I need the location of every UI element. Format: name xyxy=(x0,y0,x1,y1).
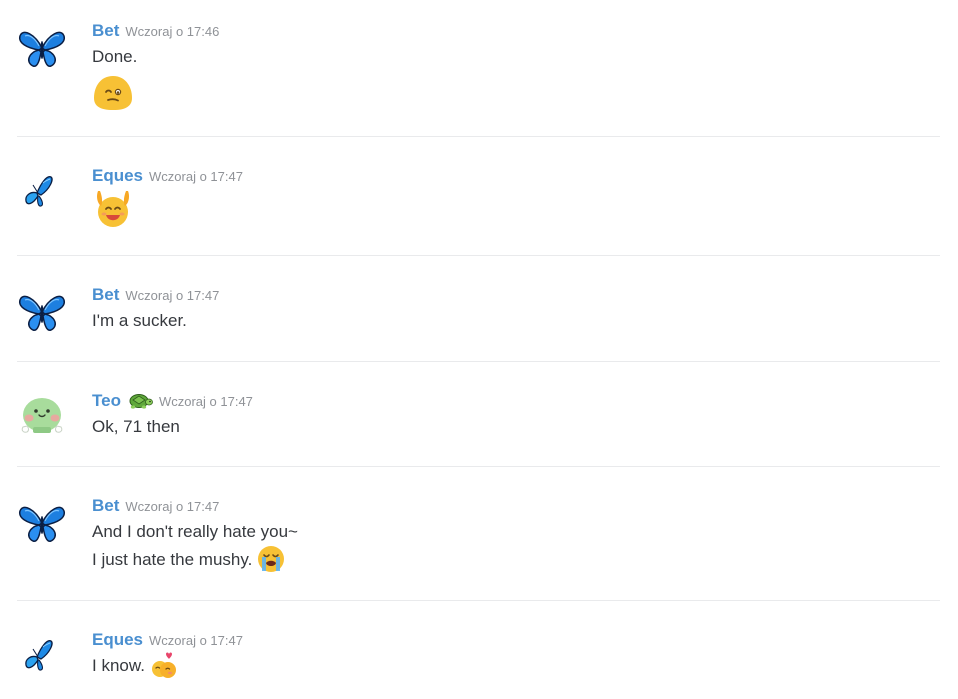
blue-butterfly-icon xyxy=(19,31,65,67)
blue-butterfly-icon xyxy=(19,506,65,542)
message-header: Bet Wczoraj o 17:46 xyxy=(92,20,219,42)
thinking-face-emoji xyxy=(92,72,137,114)
message-header: Eques Wczoraj o 17:47 xyxy=(92,629,243,651)
message-content: Ok, 71 then xyxy=(92,416,180,444)
message-content: I'm a sucker. xyxy=(92,310,187,338)
username[interactable]: Bet xyxy=(92,285,119,305)
avatar[interactable] xyxy=(17,501,67,551)
chat-message-list: Bet Wczoraj o 17:46 Done. Eques Wczoraj … xyxy=(0,0,958,699)
message-content: And I don't really hate you~ I just hate… xyxy=(92,521,298,577)
turtle-emoji xyxy=(127,391,153,411)
raised-hands-happy-emoji xyxy=(92,187,134,229)
message-text: Ok, 71 then xyxy=(92,417,180,436)
message-header: Bet Wczoraj o 17:47 xyxy=(92,495,219,517)
avatar[interactable] xyxy=(17,26,67,76)
hugging-heart-emoji xyxy=(149,650,179,680)
avatar[interactable] xyxy=(17,171,67,221)
message-divider xyxy=(17,466,940,467)
message-group: Bet Wczoraj o 17:46 Done. xyxy=(17,20,940,115)
username[interactable]: Eques xyxy=(92,166,143,186)
message-content: Done. xyxy=(92,46,137,114)
message-group: Eques Wczoraj o 17:47 xyxy=(17,165,940,235)
message-header: Bet Wczoraj o 17:47 xyxy=(92,284,219,306)
username[interactable]: Teo xyxy=(92,391,121,411)
message-header: Eques Wczoraj o 17:47 xyxy=(92,165,243,187)
timestamp: Wczoraj o 17:47 xyxy=(158,393,253,409)
message-group: Bet Wczoraj o 17:47 I'm a sucker. xyxy=(17,284,940,339)
message-text: I just hate the mushy. xyxy=(92,550,253,569)
message-divider xyxy=(17,600,940,601)
message-group: Teo Wczoraj o 17:47 Ok, 71 then xyxy=(17,390,940,445)
crying-face-emoji xyxy=(256,544,286,574)
timestamp: Wczoraj o 17:46 xyxy=(125,23,220,39)
message-content xyxy=(92,187,134,229)
message-header: Teo Wczoraj o 17:47 xyxy=(92,390,253,412)
message-text-line: I know. xyxy=(92,652,179,683)
timestamp: Wczoraj o 17:47 xyxy=(149,168,243,184)
message-divider xyxy=(17,361,940,362)
blue-butterfly-icon xyxy=(19,295,65,331)
message-text: I know. xyxy=(92,656,145,675)
timestamp: Wczoraj o 17:47 xyxy=(149,632,243,648)
message-divider xyxy=(17,136,940,137)
timestamp: Wczoraj o 17:47 xyxy=(125,287,220,303)
message-group: Bet Wczoraj o 17:47 And I don't really h… xyxy=(17,495,940,580)
message-text: Done. xyxy=(92,47,138,66)
avatar[interactable] xyxy=(17,290,67,340)
small-butterfly-icon xyxy=(25,640,53,671)
username[interactable]: Bet xyxy=(92,496,119,516)
avatar[interactable] xyxy=(17,635,67,685)
message-divider xyxy=(17,255,940,256)
small-butterfly-icon xyxy=(25,176,53,207)
message-text: I'm a sucker. xyxy=(92,311,187,330)
avatar[interactable] xyxy=(17,393,67,443)
username[interactable]: Bet xyxy=(92,21,119,41)
message-content: I know. xyxy=(92,652,179,683)
username[interactable]: Eques xyxy=(92,630,143,650)
message-group: Eques Wczoraj o 17:47 I know. xyxy=(17,629,940,689)
green-blob-icon xyxy=(21,398,63,433)
message-text-line: I just hate the mushy. xyxy=(92,546,298,577)
timestamp: Wczoraj o 17:47 xyxy=(125,498,220,514)
